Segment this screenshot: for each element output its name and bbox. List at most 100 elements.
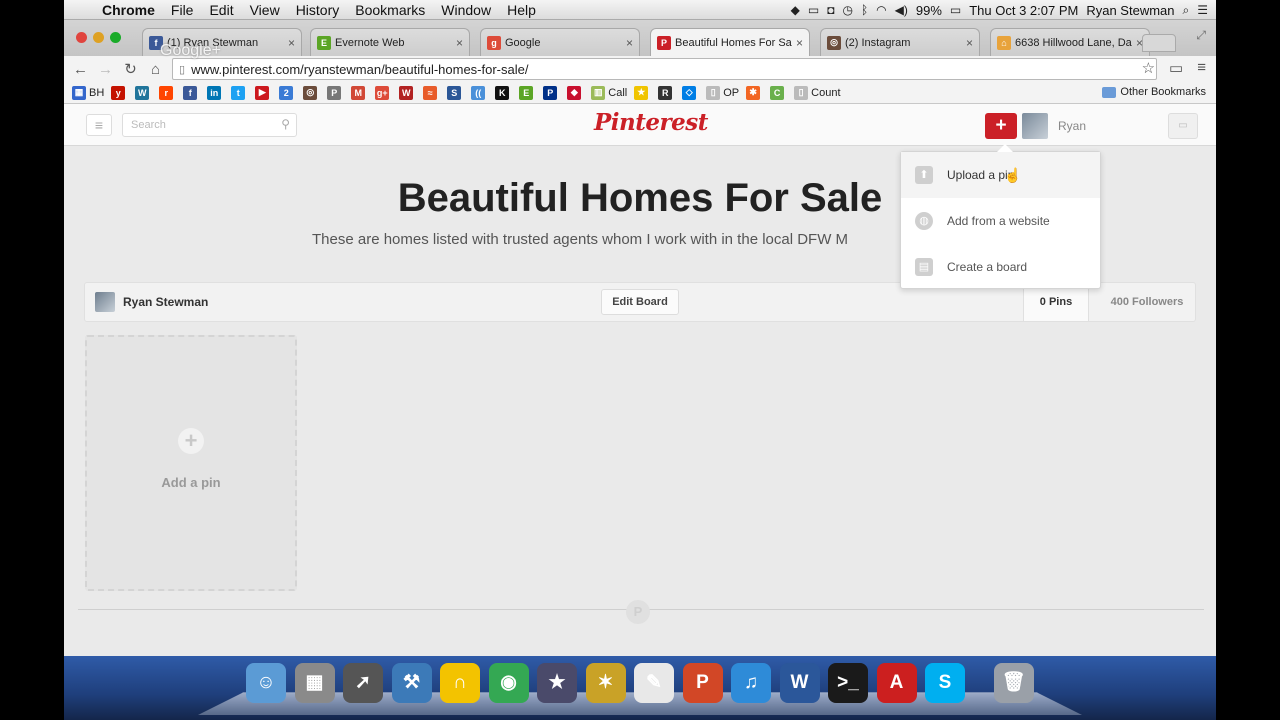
xcode-icon[interactable]: ⚒ bbox=[391, 663, 432, 703]
notification-center-icon[interactable]: ☰ bbox=[1197, 3, 1208, 17]
bookmark-item[interactable]: t bbox=[231, 85, 248, 100]
calculator-icon[interactable]: ▦ bbox=[294, 663, 335, 703]
browser-tab[interactable]: ◎ (2) Instagram × bbox=[820, 28, 980, 56]
menu-bar-user[interactable]: Ryan Stewman bbox=[1086, 3, 1174, 18]
chrome-icon[interactable]: ◉ bbox=[488, 663, 529, 703]
bookmark-item[interactable]: ▦ BH bbox=[72, 85, 104, 100]
bookmark-item[interactable]: ▯ Count bbox=[794, 85, 841, 100]
cast-icon[interactable]: ▭ bbox=[1169, 59, 1183, 77]
clock[interactable]: Thu Oct 3 2:07 PM bbox=[969, 3, 1078, 18]
pinterest-logo[interactable]: Pinterest bbox=[594, 109, 708, 136]
menu-item-add-from-website[interactable]: ◍ Add from a website bbox=[901, 198, 1100, 244]
bookmark-item[interactable]: y bbox=[111, 85, 128, 100]
reload-icon[interactable]: ↻ bbox=[118, 60, 143, 78]
board-owner[interactable]: Ryan Stewman bbox=[95, 292, 208, 312]
zoom-window-button[interactable] bbox=[110, 32, 121, 43]
skype-icon[interactable]: S bbox=[925, 663, 965, 703]
bookmark-item[interactable]: in bbox=[207, 85, 224, 100]
close-tab-icon[interactable]: × bbox=[626, 36, 633, 50]
bookmark-item[interactable]: ▶ bbox=[255, 85, 272, 100]
itunes-icon[interactable]: ♫ bbox=[731, 663, 771, 703]
bookmark-item[interactable]: P bbox=[543, 85, 560, 100]
battery-icon[interactable]: ▭ bbox=[950, 3, 961, 17]
notifications-icon[interactable]: ▭ bbox=[1168, 113, 1198, 139]
close-tab-icon[interactable]: × bbox=[288, 36, 295, 50]
close-tab-icon[interactable]: × bbox=[796, 36, 803, 50]
bookmark-item[interactable]: ◎ bbox=[303, 85, 320, 100]
browser-tab[interactable]: ⌂ 6638 Hillwood Lane, Dalla × bbox=[990, 28, 1150, 56]
evernote-status-icon[interactable]: ◆ bbox=[791, 3, 800, 17]
bookmark-item[interactable]: g+ bbox=[375, 85, 392, 100]
launchpad-icon[interactable]: ➚ bbox=[343, 663, 383, 703]
bookmark-item[interactable]: K bbox=[495, 85, 512, 100]
menu-file[interactable]: File bbox=[163, 0, 202, 20]
profile-button[interactable]: Ryan bbox=[1022, 113, 1167, 139]
bookmark-item[interactable]: ▯ OP bbox=[706, 85, 739, 100]
fullscreen-icon[interactable]: ⤢ bbox=[1196, 28, 1206, 43]
close-tab-icon[interactable]: × bbox=[966, 36, 973, 50]
bookmark-item[interactable]: P bbox=[327, 85, 344, 100]
add-pin-button[interactable]: + bbox=[985, 113, 1017, 139]
trash-icon[interactable]: 🗑 bbox=[993, 663, 1034, 703]
finder-icon[interactable]: ☺ bbox=[246, 663, 286, 703]
wifi-icon[interactable]: ◠ bbox=[876, 3, 886, 17]
acrobat-icon[interactable]: A bbox=[876, 663, 917, 703]
menu-history[interactable]: History bbox=[288, 0, 348, 20]
bookmark-item[interactable]: r bbox=[159, 85, 176, 100]
search-input[interactable]: Search ⚲ bbox=[122, 113, 297, 137]
add-pin-card[interactable]: + Add a pin bbox=[85, 335, 297, 591]
imovie-star-icon[interactable]: ✶ bbox=[585, 663, 626, 703]
bookmark-item[interactable]: E bbox=[519, 85, 536, 100]
close-window-button[interactable] bbox=[76, 32, 87, 43]
hamburger-menu-icon[interactable]: ≡ bbox=[86, 114, 112, 136]
bookmark-item[interactable]: ◆ bbox=[567, 85, 584, 100]
bookmark-item[interactable]: ≈ bbox=[423, 85, 440, 100]
browser-tab[interactable]: E Evernote Web × bbox=[310, 28, 470, 56]
menu-item-create-board[interactable]: ▤ Create a board bbox=[901, 244, 1100, 290]
volume-icon[interactable]: ◀) bbox=[895, 3, 908, 17]
bookmark-item[interactable]: M bbox=[351, 85, 368, 100]
menu-bookmarks[interactable]: Bookmarks bbox=[347, 0, 433, 20]
time-machine-icon[interactable]: ◷ bbox=[842, 3, 852, 17]
menu-view[interactable]: View bbox=[242, 0, 288, 20]
textedit-icon[interactable]: ✎ bbox=[634, 663, 674, 703]
bookmark-item[interactable]: C bbox=[770, 85, 787, 100]
menu-edit[interactable]: Edit bbox=[201, 0, 241, 20]
address-bar[interactable]: ▯ www.pinterest.com/ryanstewman/beautifu… bbox=[172, 58, 1157, 80]
bookmark-item[interactable]: ★ bbox=[634, 85, 651, 100]
followers-count-tab[interactable]: 400 Followers bbox=[1097, 283, 1197, 321]
back-icon[interactable]: ← bbox=[68, 61, 93, 78]
screen-record-icon[interactable]: ▭ bbox=[808, 3, 819, 17]
camera-icon[interactable]: ◘ bbox=[827, 3, 834, 17]
forward-icon[interactable]: → bbox=[93, 61, 118, 78]
menu-item-upload-pin[interactable]: ⬆ Upload a pin bbox=[901, 152, 1100, 198]
bookmark-item[interactable]: (( bbox=[471, 85, 488, 100]
bluetooth-icon[interactable]: ᛒ bbox=[861, 3, 868, 17]
menu-window[interactable]: Window bbox=[433, 0, 499, 20]
spotlight-icon[interactable]: ⌕ bbox=[1183, 3, 1190, 18]
word-icon[interactable]: W bbox=[779, 663, 820, 703]
battery-percent[interactable]: 99% bbox=[916, 3, 942, 18]
new-tab-button[interactable] bbox=[1142, 34, 1176, 52]
chrome-menu-icon[interactable]: ≡ bbox=[1197, 59, 1206, 77]
bookmark-item[interactable]: W bbox=[399, 85, 416, 100]
bookmark-item[interactable]: f bbox=[183, 85, 200, 100]
audio-hijack-icon[interactable]: ∩ bbox=[440, 663, 480, 703]
bookmark-item[interactable]: 2 bbox=[279, 85, 296, 100]
other-bookmarks-folder[interactable]: Other Bookmarks bbox=[1102, 86, 1206, 98]
minimize-window-button[interactable] bbox=[93, 32, 104, 43]
close-tab-icon[interactable]: × bbox=[456, 36, 463, 50]
powerpoint-icon[interactable]: P bbox=[682, 663, 723, 703]
bookmark-item[interactable]: ✱ bbox=[746, 85, 763, 100]
bookmark-star-icon[interactable]: ☆ bbox=[1142, 59, 1155, 77]
bookmark-item[interactable]: ▥ Call bbox=[591, 85, 627, 100]
browser-tab[interactable]: g Google × bbox=[480, 28, 640, 56]
bookmark-item[interactable]: W bbox=[135, 85, 152, 100]
bookmark-item[interactable]: S bbox=[447, 85, 464, 100]
bookmark-item[interactable]: ◇ bbox=[682, 85, 699, 100]
imovie-icon[interactable]: ★ bbox=[537, 663, 577, 703]
search-icon[interactable]: ⚲ bbox=[281, 117, 290, 131]
edit-board-button[interactable]: Edit Board bbox=[601, 289, 679, 315]
bookmark-item[interactable]: R bbox=[658, 85, 675, 100]
menu-help[interactable]: Help bbox=[499, 0, 544, 20]
